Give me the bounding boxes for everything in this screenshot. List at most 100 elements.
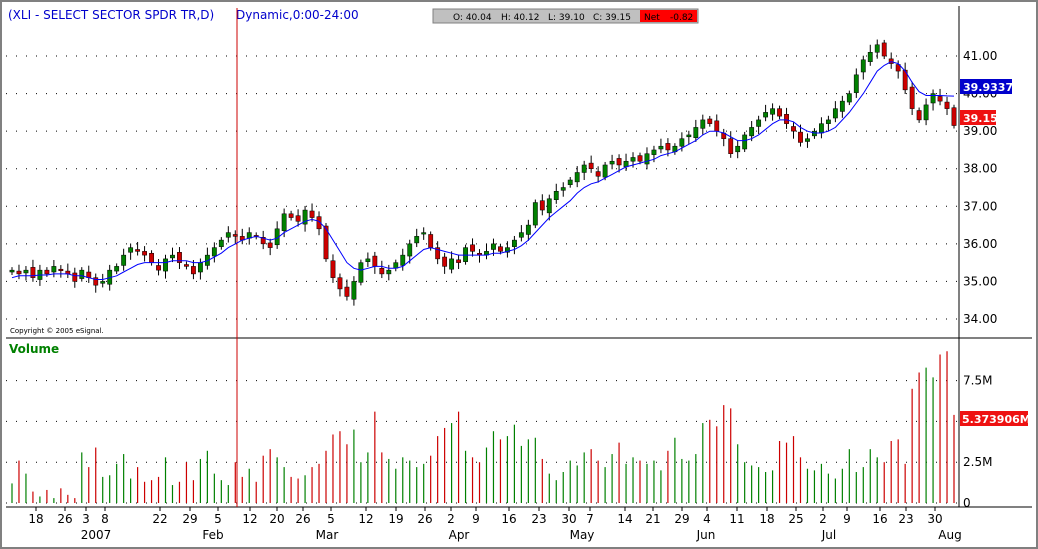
candle-body — [560, 187, 566, 191]
candle-body — [218, 239, 224, 247]
day-tick-label: 29 — [182, 512, 197, 526]
candle-body — [197, 262, 203, 273]
candle-body — [100, 281, 106, 284]
price-tick-label: 35.00 — [963, 274, 997, 288]
candle-body — [295, 215, 301, 222]
price-tick-label: 41.00 — [963, 49, 997, 63]
day-tick-label: 9 — [843, 512, 851, 526]
day-tick-label: 20 — [269, 512, 284, 526]
candle-body — [714, 120, 720, 132]
candle-body — [574, 172, 580, 183]
candle-body — [281, 213, 287, 231]
candle-body — [832, 108, 838, 119]
candle-body — [232, 234, 238, 237]
ohlc-box: O: 40.04 H: 40.12 L: 39.10 C: 39.15 Net … — [432, 8, 699, 24]
candle-body — [191, 266, 196, 275]
candle-body — [588, 162, 594, 169]
day-tick-label: 5 — [214, 512, 222, 526]
day-tick-label: 26 — [295, 512, 310, 526]
volume-value-label: 5.373906M — [962, 413, 1031, 426]
candle-body — [784, 114, 789, 124]
candle-body — [846, 93, 852, 103]
copyright-text: Copyright © 2005 eSignal. — [10, 327, 104, 335]
candle-body — [442, 256, 448, 267]
candle-body — [707, 118, 713, 124]
ohlc-open: O: 40.04 — [453, 13, 492, 23]
chart-title: (XLI - SELECT SECTOR SPDR TR,D) — [8, 8, 214, 22]
day-tick-label: 3 — [82, 512, 90, 526]
candle-body — [400, 254, 406, 266]
day-tick-label: 26 — [57, 512, 72, 526]
day-tick-label: 30 — [927, 512, 942, 526]
ohlc-net-value: -0.82 — [670, 13, 693, 23]
candle-body — [609, 160, 615, 165]
candle-body — [372, 255, 378, 267]
month-tick-label: May — [570, 528, 595, 542]
volume-series — [11, 351, 955, 503]
candle-body — [211, 247, 217, 257]
candle-body — [142, 251, 147, 256]
candle-body — [428, 234, 434, 248]
candle-body — [798, 131, 803, 143]
day-tick-label: 30 — [561, 512, 576, 526]
candle-body — [491, 243, 496, 250]
month-tick-label: Mar — [316, 528, 339, 542]
candle-body — [686, 134, 692, 138]
candle-body — [679, 138, 685, 147]
candle-body — [407, 243, 413, 257]
day-tick-label: 16 — [872, 512, 887, 526]
candle-body — [449, 258, 455, 270]
candle-body — [170, 254, 175, 259]
candle-body — [805, 138, 810, 142]
candle-body — [616, 158, 622, 166]
day-tick-label: 23 — [531, 512, 546, 526]
candle-body — [637, 155, 643, 162]
candle-body — [414, 236, 420, 244]
month-tick-label: Aug — [938, 528, 961, 542]
candle-body — [658, 145, 664, 150]
candle-body — [937, 96, 943, 102]
day-tick-label: 2 — [819, 512, 827, 526]
candle-body — [546, 198, 552, 214]
volume-axis: 02.5M5.0M7.5M — [963, 374, 992, 510]
chart-window: (XLI - SELECT SECTOR SPDR TR,D) Dynamic,… — [0, 0, 1038, 549]
candle-body — [114, 266, 120, 272]
day-tick-label: 25 — [788, 512, 803, 526]
candle-body — [665, 143, 671, 151]
day-tick-label: 11 — [729, 512, 744, 526]
candle-body — [351, 281, 357, 300]
candle-body — [777, 108, 782, 117]
price-tick-label: 39.00 — [963, 124, 997, 138]
candle-body — [344, 286, 350, 297]
candle-body — [602, 164, 608, 178]
candle-body — [51, 266, 57, 273]
candle-body — [595, 171, 601, 177]
candle-body — [156, 265, 161, 271]
candle-body — [853, 74, 859, 93]
candle-body — [288, 213, 294, 218]
candle-body — [72, 272, 78, 282]
candle-body — [819, 123, 824, 134]
time-axis: 18 26 3 8 22 29 5 12 20 26 5 12 19 26 2 9 16 23 30 7 14 21 29 4… — [28, 507, 962, 542]
day-tick-label: 16 — [501, 512, 516, 526]
candle-body — [553, 191, 559, 200]
month-tick-label: Apr — [449, 528, 470, 542]
candle-body — [693, 127, 699, 138]
candle-body — [9, 269, 15, 273]
price-value-label: 39.15 — [963, 112, 998, 125]
candle-body — [756, 119, 762, 127]
candle-body — [184, 264, 189, 267]
candle-body — [225, 232, 231, 238]
candle-body — [651, 149, 657, 155]
candle-body — [944, 101, 950, 109]
price-tick-label: 36.00 — [963, 237, 997, 251]
candle-body — [149, 252, 154, 263]
candle-body — [365, 258, 371, 262]
grid — [6, 55, 959, 504]
ohlc-high: H: 40.12 — [501, 13, 539, 23]
day-tick-label: 9 — [472, 512, 480, 526]
day-tick-label: 7 — [586, 512, 594, 526]
candle-body — [518, 232, 524, 238]
price-volume-chart[interactable]: (XLI - SELECT SECTOR SPDR TR,D) Dynamic,… — [2, 2, 1036, 547]
day-tick-label: 14 — [617, 512, 632, 526]
